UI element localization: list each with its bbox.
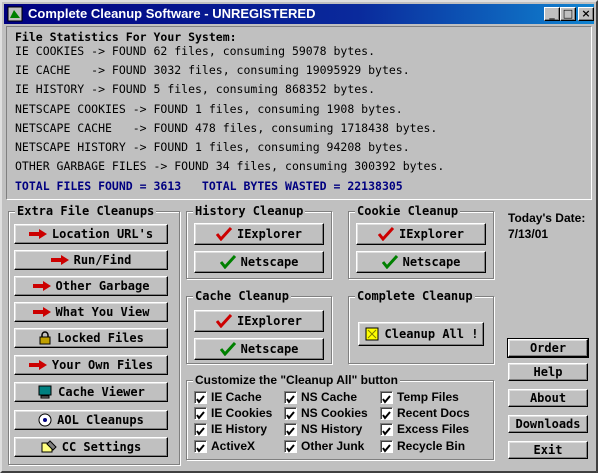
- minimize-button[interactable]: _: [544, 7, 560, 21]
- exit-button[interactable]: Exit: [508, 441, 588, 459]
- checkmark-icon: [286, 395, 295, 404]
- arrow-right-icon: [32, 281, 51, 291]
- cookie-netscape-button[interactable]: Netscape: [356, 251, 486, 273]
- checkmark-icon: [382, 411, 391, 420]
- stat-line: NETSCAPE CACHE -> FOUND 478 files, consu…: [15, 121, 438, 135]
- checkbox-label: Other Junk: [301, 439, 365, 453]
- checkbox-label: IE Cache: [211, 390, 262, 404]
- computer-icon: [38, 385, 52, 399]
- history-iexplorer-button[interactable]: IExplorer: [194, 223, 324, 245]
- settings-icon: [41, 440, 57, 453]
- history-cleanup-title: History Cleanup: [193, 204, 306, 218]
- cache-viewer-button[interactable]: Cache Viewer: [14, 382, 168, 402]
- checkbox-ie-cache[interactable]: [194, 391, 207, 404]
- your-own-files-button[interactable]: Your Own Files: [14, 355, 168, 375]
- arrow-right-icon: [28, 229, 47, 239]
- cache-cleanup-title: Cache Cleanup: [193, 289, 291, 303]
- checkbox-label: NS Cookies: [301, 406, 368, 420]
- check-green-icon: [381, 255, 398, 269]
- checkbox-ns-cookies[interactable]: [284, 407, 297, 420]
- date-value: 7/13/01: [508, 227, 549, 241]
- stat-line: OTHER GARBAGE FILES -> FOUND 34 files, c…: [15, 159, 445, 173]
- date-label: Today's Date:: [508, 211, 586, 225]
- maximize-button[interactable]: □: [560, 7, 576, 21]
- checkbox-label: Excess Files: [397, 422, 470, 436]
- checkbox-label: Recycle Bin: [397, 439, 466, 453]
- stat-line: NETSCAPE COOKIES -> FOUND 1 files, consu…: [15, 102, 403, 116]
- title-bar[interactable]: Complete Cleanup Software - UNREGISTERED…: [4, 4, 594, 24]
- stat-total: TOTAL FILES FOUND = 3613 TOTAL BYTES WAS…: [15, 179, 403, 193]
- cc-settings-button[interactable]: CC Settings: [14, 437, 168, 457]
- app-window: Complete Cleanup Software - UNREGISTERED…: [0, 0, 598, 473]
- checkmark-icon: [196, 411, 205, 420]
- cookie-iexplorer-button[interactable]: IExplorer: [356, 223, 486, 245]
- checkbox-label: IE History: [211, 422, 268, 436]
- arrow-right-icon: [32, 307, 51, 317]
- cache-iexplorer-button[interactable]: IExplorer: [194, 310, 324, 332]
- cache-netscape-button[interactable]: Netscape: [194, 338, 324, 360]
- checkmark-icon: [382, 395, 391, 404]
- stat-line: IE CACHE -> FOUND 3032 files, consuming …: [15, 63, 410, 77]
- cookie-cleanup-title: Cookie Cleanup: [355, 204, 461, 218]
- check-red-icon: [377, 227, 394, 241]
- checkmark-icon: [286, 411, 295, 420]
- checkmark-icon: [196, 427, 205, 436]
- checkmark-icon: [196, 395, 205, 404]
- checkbox-label: Recent Docs: [397, 406, 470, 420]
- checkbox-label: ActiveX: [211, 439, 256, 453]
- stat-line: IE HISTORY -> FOUND 5 files, consuming 8…: [15, 82, 376, 96]
- aol-icon: [38, 413, 52, 427]
- location-urls-button[interactable]: Location URL's: [14, 224, 168, 244]
- close-button[interactable]: ×: [578, 7, 594, 21]
- window-title: Complete Cleanup Software - UNREGISTERED: [28, 6, 316, 21]
- checkbox-excess-files[interactable]: [380, 423, 393, 436]
- checkmark-icon: [286, 444, 295, 453]
- checkmark-icon: [286, 427, 295, 436]
- aol-cleanups-button[interactable]: AOL Cleanups: [14, 410, 168, 430]
- checkbox-ie-history[interactable]: [194, 423, 207, 436]
- stat-line: IE COOKIES -> FOUND 62 files, consuming …: [15, 44, 376, 58]
- check-red-icon: [215, 227, 232, 241]
- checkbox-ie-cookies[interactable]: [194, 407, 207, 420]
- checkbox-label: NS Cache: [301, 390, 358, 404]
- checkmark-icon: [382, 427, 391, 436]
- statistics-heading: File Statistics For Your System:: [15, 30, 237, 44]
- checkbox-ns-history[interactable]: [284, 423, 297, 436]
- checkbox-recycle-bin[interactable]: [380, 440, 393, 453]
- other-garbage-button[interactable]: Other Garbage: [14, 276, 168, 296]
- order-button[interactable]: Order: [507, 338, 589, 358]
- checkbox-temp-files[interactable]: [380, 391, 393, 404]
- what-you-view-button[interactable]: What You View: [14, 302, 168, 322]
- locked-files-button[interactable]: Locked Files: [14, 328, 168, 348]
- checkbox-ns-cache[interactable]: [284, 391, 297, 404]
- lock-icon: [39, 331, 51, 345]
- checkbox-label: IE Cookies: [211, 406, 273, 420]
- about-button[interactable]: About: [508, 389, 588, 407]
- run-find-button[interactable]: Run/Find: [14, 250, 168, 270]
- complete-cleanup-title: Complete Cleanup: [355, 289, 475, 303]
- check-green-icon: [219, 255, 236, 269]
- downloads-button[interactable]: Downloads: [508, 415, 588, 433]
- history-netscape-button[interactable]: Netscape: [194, 251, 324, 273]
- statistics-panel: File Statistics For Your System: IE COOK…: [6, 26, 592, 200]
- extra-cleanups-title: Extra File Cleanups: [15, 204, 157, 218]
- checkbox-activex[interactable]: [194, 440, 207, 453]
- checkbox-label: NS History: [301, 422, 363, 436]
- checkbox-recent-docs[interactable]: [380, 407, 393, 420]
- checkbox-other-junk[interactable]: [284, 440, 297, 453]
- check-red-icon: [215, 314, 232, 328]
- arrow-right-icon: [50, 255, 69, 265]
- checkbox-label: Temp Files: [397, 390, 459, 404]
- app-icon: [7, 6, 23, 22]
- broom-icon: [365, 327, 379, 341]
- check-green-icon: [219, 342, 236, 356]
- help-button[interactable]: Help: [508, 363, 588, 381]
- customize-title: Customize the "Cleanup All" button: [193, 373, 400, 387]
- arrow-right-icon: [28, 360, 47, 370]
- stat-line: NETSCAPE HISTORY -> FOUND 1 files, consu…: [15, 140, 410, 154]
- checkmark-icon: [196, 444, 205, 453]
- cleanup-all-button[interactable]: Cleanup All !: [358, 322, 484, 346]
- checkmark-icon: [382, 444, 391, 453]
